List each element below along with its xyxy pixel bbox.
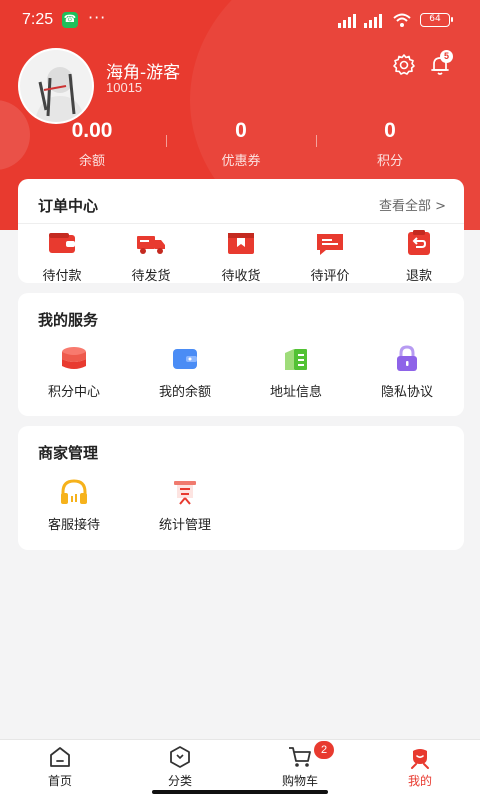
order-label: 退款 (405, 269, 432, 284)
order-pending-payment[interactable]: 待付款 (32, 227, 92, 284)
service-label: 隐私协议 (380, 385, 433, 400)
signal-icon (364, 14, 382, 28)
tab-profile[interactable]: 我的 (360, 744, 480, 789)
address-icon (285, 349, 307, 370)
order-pending-review[interactable]: 待评价 (300, 227, 360, 284)
avatar[interactable] (18, 48, 94, 124)
gear-icon[interactable] (392, 53, 416, 77)
statistics-icon (174, 481, 196, 505)
call-icon: ☎ (62, 12, 78, 28)
more-dots-icon: ··· (88, 8, 107, 27)
truck-icon (137, 236, 165, 254)
merchant-label: 统计管理 (158, 518, 211, 533)
service-address-info[interactable]: 地址信息 (256, 343, 336, 400)
merchant-label: 客服接待 (47, 518, 100, 533)
service-my-balance[interactable]: 我的余额 (145, 343, 225, 400)
order-refund[interactable]: 退款 (389, 227, 449, 284)
status-bar: 7:25 ☎ ··· 64 (0, 0, 480, 40)
user-id: 10015 (106, 80, 143, 95)
service-label: 地址信息 (269, 385, 322, 400)
tab-category[interactable]: 分类 (120, 744, 240, 789)
order-label: 待付款 (42, 269, 82, 284)
coins-icon (62, 347, 86, 369)
tab-cart[interactable]: 购物车 (240, 744, 360, 789)
stat-label: 优惠券 (221, 154, 261, 169)
home-icon (50, 747, 70, 767)
merchant-statistics[interactable]: 统计管理 (145, 476, 225, 533)
tab-label: 购物车 (281, 774, 318, 788)
service-label: 积分中心 (47, 385, 100, 400)
cart-count-badge: 2 (314, 741, 334, 759)
comment-icon (317, 234, 343, 255)
status-time: 7:25 (22, 11, 54, 28)
stat-value: 0.00 (71, 119, 113, 142)
notification-badge: 5 (440, 50, 453, 63)
card-title: 我的服务 (38, 311, 99, 329)
card-title: 订单中心 (38, 197, 99, 215)
merchant-management-card: 商家管理 客服接待 统计管理 (18, 426, 464, 550)
stat-label: 积分 (376, 154, 403, 169)
tab-label: 首页 (47, 774, 72, 788)
lock-icon (397, 345, 417, 371)
tab-label: 我的 (407, 774, 432, 788)
service-points-center[interactable]: 积分中心 (34, 343, 114, 400)
tab-label: 分类 (167, 774, 192, 788)
signal-icon (338, 14, 356, 28)
view-all-orders-link[interactable]: 查看全部 > (379, 195, 446, 214)
cart-icon (289, 747, 311, 767)
wallet-card-icon (173, 349, 197, 369)
service-privacy-policy[interactable]: 隐私协议 (367, 343, 447, 400)
order-label: 待发货 (131, 269, 171, 284)
order-center-card: 订单中心 查看全部 > 待付款 待发货 待收货 待评价 退款 (18, 179, 464, 284)
stat-divider (166, 135, 167, 147)
headset-icon (61, 479, 87, 504)
wifi-icon (393, 13, 411, 27)
card-title: 商家管理 (38, 444, 99, 462)
merchant-customer-service[interactable]: 客服接待 (34, 476, 114, 533)
profile-icon (411, 749, 429, 769)
stat-coupons[interactable]: 0 优惠券 (161, 116, 321, 169)
account-stats: 0.00 余额 0 优惠券 0 积分 (0, 116, 480, 172)
order-label: 待评价 (310, 269, 350, 284)
stat-value: 0 (235, 119, 247, 142)
order-label: 待收货 (221, 269, 261, 284)
stat-balance[interactable]: 0.00 余额 (12, 116, 172, 169)
wallet-icon (49, 233, 75, 253)
battery-indicator: 64 (420, 13, 453, 27)
package-icon (228, 233, 254, 254)
home-indicator[interactable] (152, 790, 328, 794)
category-icon (170, 746, 190, 768)
my-services-card: 我的服务 积分中心 我的余额 地址信息 隐私协议 (18, 293, 464, 416)
tab-home[interactable]: 首页 (0, 744, 120, 789)
service-label: 我的余额 (158, 385, 211, 400)
stat-value: 0 (384, 119, 396, 142)
stat-label: 余额 (78, 154, 105, 169)
order-pending-receipt[interactable]: 待收货 (211, 227, 271, 284)
stat-divider (316, 135, 317, 147)
stat-points[interactable]: 0 积分 (310, 116, 470, 169)
refund-icon (408, 230, 430, 255)
order-pending-shipment[interactable]: 待发货 (121, 227, 181, 284)
divider (18, 223, 464, 224)
